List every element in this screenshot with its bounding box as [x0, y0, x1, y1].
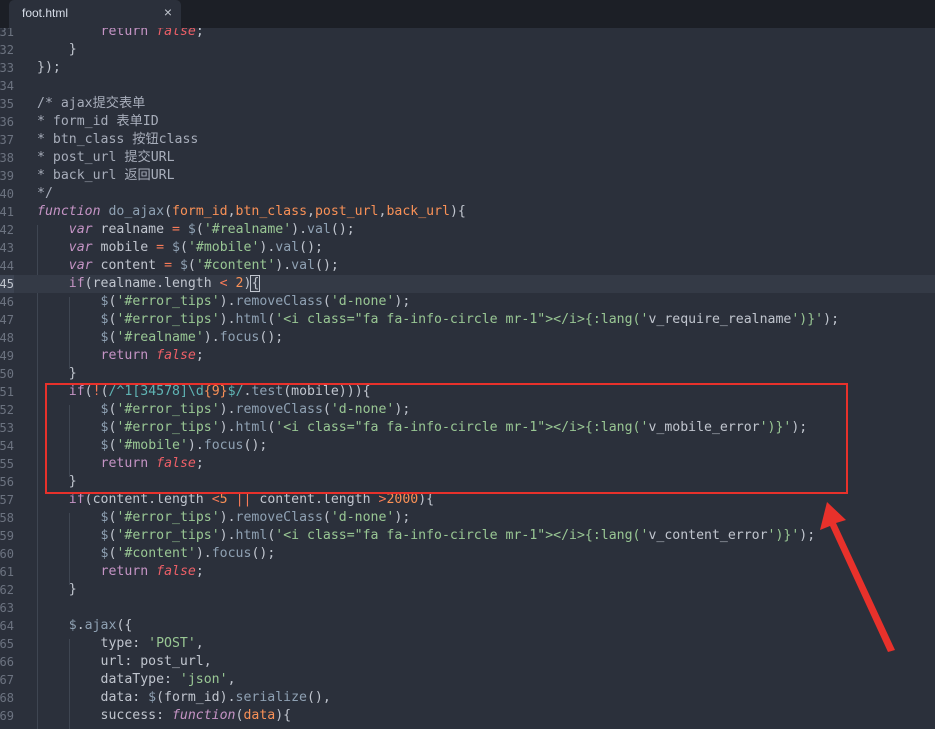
red-arrow-annotation — [820, 502, 895, 652]
